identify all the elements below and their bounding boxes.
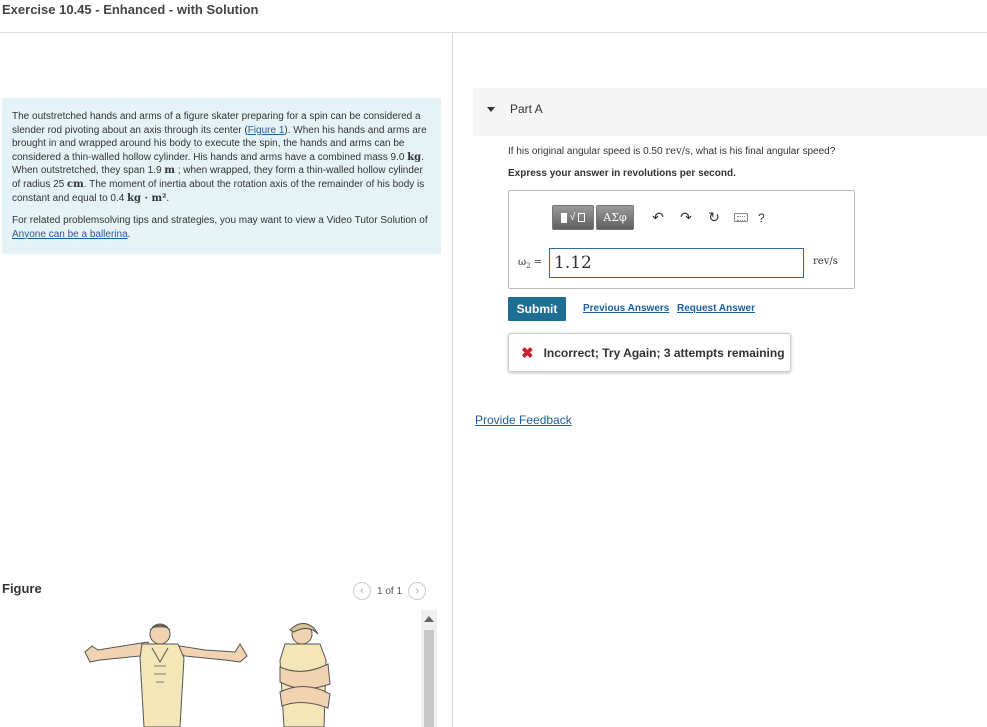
template-block-icon: [560, 212, 567, 223]
problem-text: The outstretched hands and arms of a fig…: [12, 111, 427, 204]
figure-page-count: 1 of 1: [377, 585, 403, 597]
skater-outstretched: [84, 623, 248, 727]
scroll-up-arrow-icon[interactable]: [424, 616, 434, 622]
question-text: If his original angular speed is 0.50 re…: [508, 146, 836, 157]
part-a-title: Part A: [510, 102, 543, 116]
chevron-left-icon[interactable]: ‹: [353, 582, 371, 600]
answer-input[interactable]: 1.12: [549, 248, 804, 278]
feedback-message: ✖ Incorrect; Try Again; 3 attempts remai…: [508, 333, 791, 372]
unit-cm: cm: [67, 178, 84, 190]
math-toolbar: √ ΑΣφ ↶ ↷ ↻ ?: [552, 205, 765, 230]
keyboard-icon[interactable]: [734, 213, 748, 222]
answer-box: √ ΑΣφ ↶ ↷ ↻ ? ω2 = 1.12 rev/s: [508, 190, 855, 289]
figure-scrollbar[interactable]: [421, 610, 437, 727]
submit-button[interactable]: Submit: [508, 297, 566, 321]
question-unit: rev/s: [665, 146, 691, 157]
video-tutor-link[interactable]: Anyone can be a ballerina: [12, 229, 128, 240]
figure-label: Figure: [2, 581, 42, 596]
symbols-button[interactable]: ΑΣφ: [596, 205, 634, 230]
root-icon: √: [569, 212, 576, 223]
x-icon: ✖: [521, 344, 534, 362]
figure-link[interactable]: Figure 1: [248, 125, 285, 136]
feedback-text: Incorrect; Try Again; 3 attempts remaini…: [543, 345, 785, 360]
previous-answers-link[interactable]: Previous Answers: [583, 303, 669, 314]
templates-button[interactable]: √: [552, 205, 594, 230]
unit-m: m: [164, 165, 175, 177]
unit-label: rev/s: [813, 256, 838, 267]
redo-icon[interactable]: ↷: [672, 205, 700, 230]
figure-pager: ‹ 1 of 1 ›: [353, 582, 427, 600]
skater-wrapped: [279, 623, 331, 727]
scroll-thumb[interactable]: [424, 630, 434, 727]
caret-down-icon: [487, 107, 495, 112]
top-divider: [0, 32, 987, 33]
tips-text: For related problemsolving tips and stra…: [12, 215, 428, 240]
column-divider: [452, 33, 453, 727]
chevron-right-icon[interactable]: ›: [408, 582, 427, 600]
answer-instruction: Express your answer in revolutions per s…: [508, 168, 736, 179]
provide-feedback-link[interactable]: Provide Feedback: [475, 413, 572, 427]
undo-icon[interactable]: ↶: [644, 205, 672, 230]
template-box-icon: [578, 213, 586, 222]
unit-kg: kg: [407, 151, 422, 163]
problem-statement: The outstretched hands and arms of a fig…: [2, 98, 441, 254]
reset-icon[interactable]: ↻: [700, 205, 728, 230]
variable-label: ω2 =: [518, 257, 543, 270]
figure-skater-image: [84, 623, 331, 727]
unit-kgm2: kg · m²: [127, 192, 167, 204]
help-button[interactable]: ?: [758, 211, 765, 225]
part-a-header[interactable]: Part A: [473, 88, 987, 136]
page-title: Exercise 10.45 - Enhanced - with Solutio…: [2, 2, 259, 17]
request-answer-link[interactable]: Request Answer: [677, 303, 755, 314]
